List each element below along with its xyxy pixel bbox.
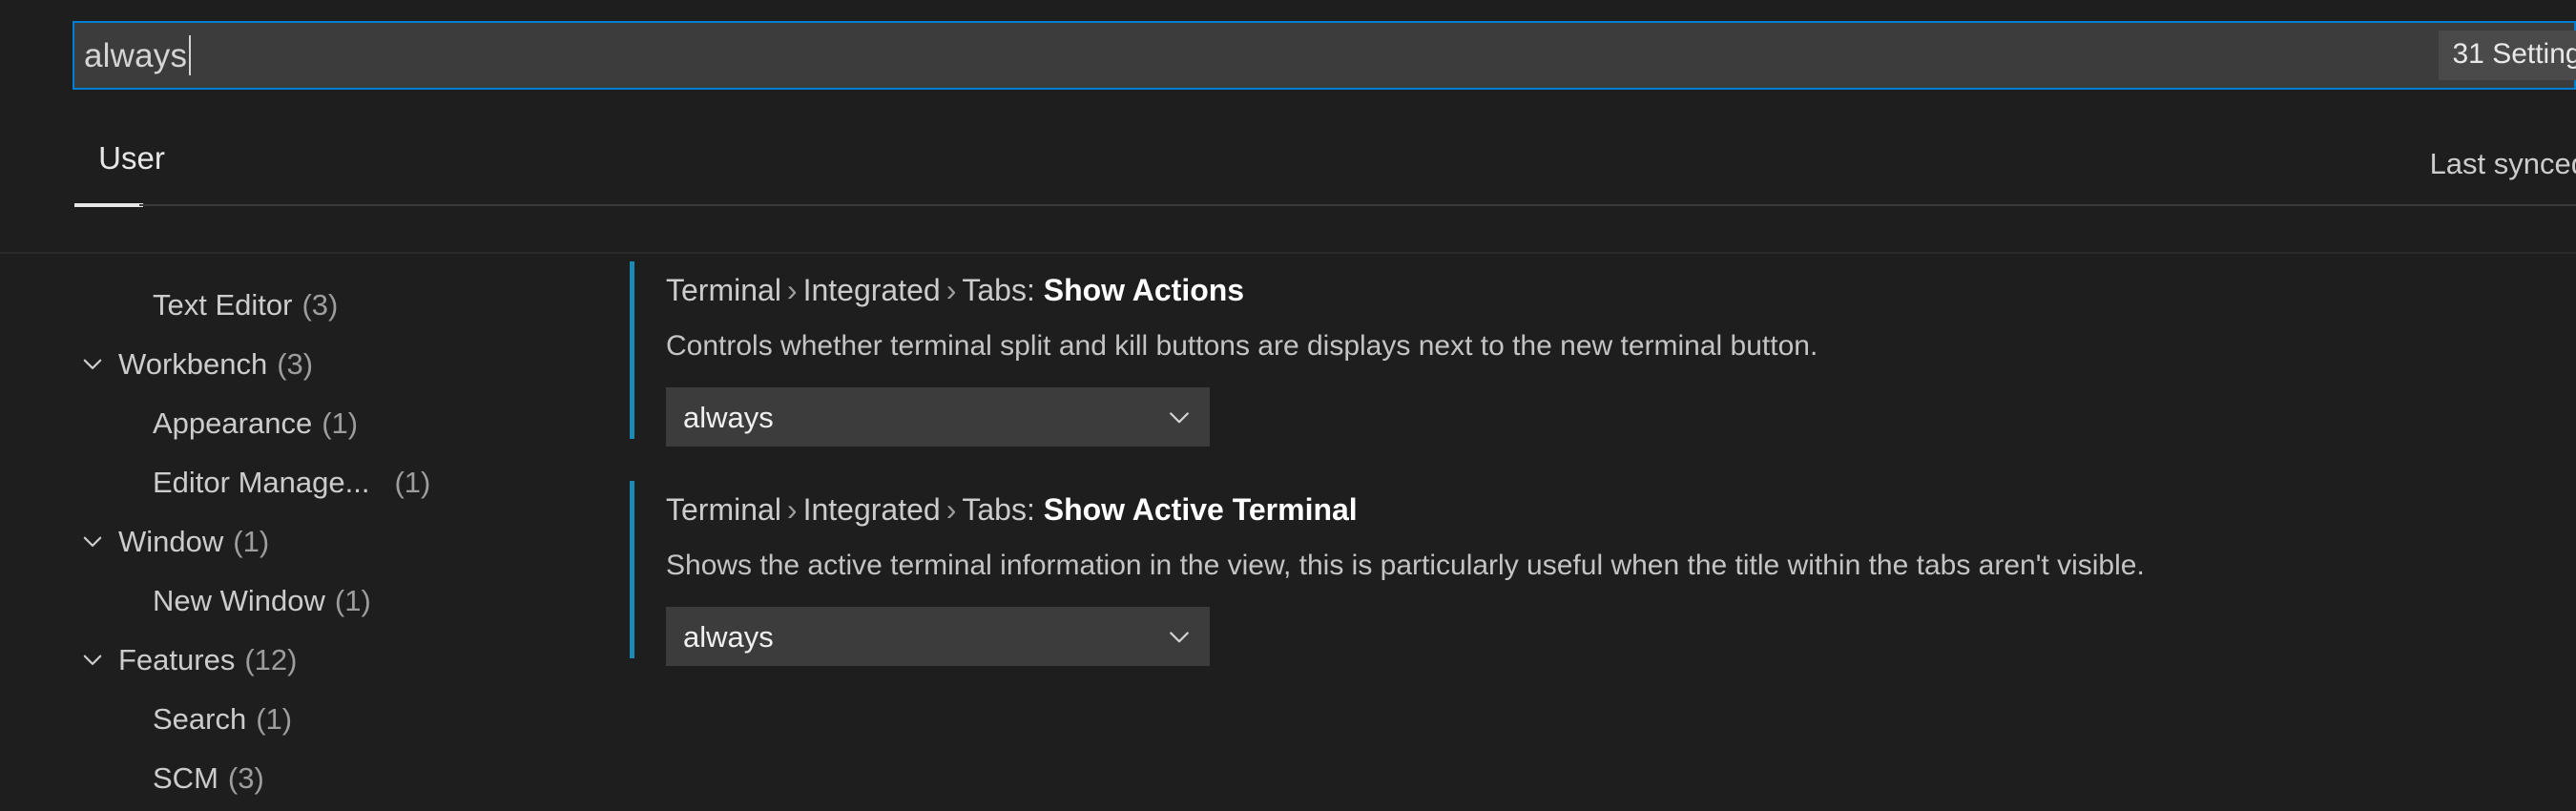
setting-row-terminal-tabs-show-actions: Terminal › Integrated › Tabs: Show Actions C… — [630, 254, 2576, 447]
chevron-down-icon — [1166, 404, 1193, 430]
toc-item-scm[interactable]: SCM (3) — [0, 748, 630, 807]
search-header: always 31 Settings Found — [0, 0, 2576, 114]
toc-item-label: Appearance — [153, 406, 313, 440]
toc-item-label: Editor Manage... — [153, 465, 370, 499]
toc-item-label: Text Editor — [153, 287, 293, 322]
setting-subcategory: Integrated — [802, 492, 941, 527]
setting-dropdown-show-active-terminal[interactable]: always — [666, 607, 1210, 666]
modified-indicator — [630, 481, 634, 658]
toc-item-label: New Window — [153, 583, 325, 617]
breadcrumb-separator-icon: › — [786, 492, 798, 527]
search-input[interactable]: always 31 Settings Found — [73, 21, 2576, 90]
search-text-caret — [189, 35, 192, 75]
settings-found-badge: 31 Settings Found — [2439, 31, 2576, 80]
breadcrumb-separator-icon: › — [945, 492, 957, 527]
breadcrumb-separator-icon: › — [945, 273, 957, 307]
setting-title: Terminal › Integrated › Tabs: Show Actions — [666, 254, 2576, 305]
setting-control: always — [666, 361, 2576, 447]
modified-indicator — [630, 261, 634, 439]
toc-item-label: Search — [153, 701, 247, 736]
toc-item-count: (3) — [277, 346, 314, 381]
setting-row-terminal-tabs-show-active-terminal: Terminal › Integrated › Tabs: Show Active Te… — [630, 473, 2576, 666]
setting-title: Terminal › Integrated › Tabs: Show Active Te… — [666, 473, 2576, 525]
setting-category: Terminal — [666, 273, 781, 307]
chevron-down-icon — [80, 529, 105, 553]
chevron-down-icon — [1166, 623, 1193, 650]
setting-dropdown-value: always — [683, 619, 774, 654]
toc-item-count: (1) — [233, 524, 270, 558]
setting-dropdown-value: always — [683, 400, 774, 434]
toc-item-window[interactable]: Window (1) — [0, 511, 630, 571]
settings-tabs-row: User Last synced — [0, 114, 2576, 253]
setting-spacer — [630, 447, 2576, 473]
setting-name: Show Active Terminal — [1043, 492, 1358, 527]
toc-item-appearance[interactable]: Appearance (1) — [0, 393, 630, 452]
toc-item-text-editor[interactable]: Text Editor (3) — [0, 275, 630, 334]
settings-toc: Text Editor (3) Workbench (3) Appearance… — [0, 254, 630, 811]
search-input-value: always — [84, 36, 188, 74]
setting-category: Terminal — [666, 492, 781, 527]
toc-item-workbench[interactable]: Workbench (3) — [0, 334, 630, 393]
toc-item-count: (1) — [322, 406, 359, 440]
toc-item-editor-management[interactable]: Editor Manage... (1) — [0, 452, 630, 511]
toc-item-count: (1) — [394, 465, 431, 499]
toc-item-label: Workbench — [118, 346, 268, 381]
settings-results-list: Terminal › Integrated › Tabs: Show Actions C… — [630, 254, 2576, 811]
toc-item-count: (1) — [256, 701, 293, 736]
chevron-down-icon — [80, 351, 105, 376]
toc-item-count: (3) — [301, 287, 339, 322]
setting-description: Controls whether terminal split and kill… — [666, 330, 1818, 362]
setting-control: always — [666, 580, 2576, 666]
settings-editor: always 31 Settings Found User Last synce… — [0, 0, 2576, 811]
toc-item-count: (12) — [244, 642, 298, 676]
tab-user[interactable]: User — [74, 140, 189, 176]
setting-group: Tabs: — [962, 273, 1035, 307]
toc-item-search[interactable]: Search (1) — [0, 689, 630, 748]
toc-item-new-window[interactable]: New Window (1) — [0, 571, 630, 630]
setting-dropdown-show-actions[interactable]: always — [666, 387, 1210, 447]
breadcrumb-separator-icon: › — [786, 273, 798, 307]
toc-item-features[interactable]: Features (12) — [0, 630, 630, 689]
chevron-down-icon — [80, 647, 105, 672]
tab-active-underline — [74, 203, 143, 207]
toc-item-label: Features — [118, 642, 236, 676]
setting-name: Show Actions — [1043, 273, 1245, 307]
last-synced-label[interactable]: Last synced — [2430, 147, 2576, 181]
setting-description: Shows the active terminal information in… — [666, 550, 2145, 581]
toc-item-label: SCM — [153, 760, 218, 795]
toc-item-label: Window — [118, 524, 224, 558]
setting-group: Tabs: — [962, 492, 1035, 527]
search-input-text-wrap: always — [74, 35, 192, 75]
setting-subcategory: Integrated — [802, 273, 941, 307]
tabs-divider — [139, 204, 2576, 206]
toc-item-count: (1) — [334, 583, 371, 617]
tab-user-label: User — [98, 140, 165, 176]
toc-item-count: (3) — [227, 760, 264, 795]
